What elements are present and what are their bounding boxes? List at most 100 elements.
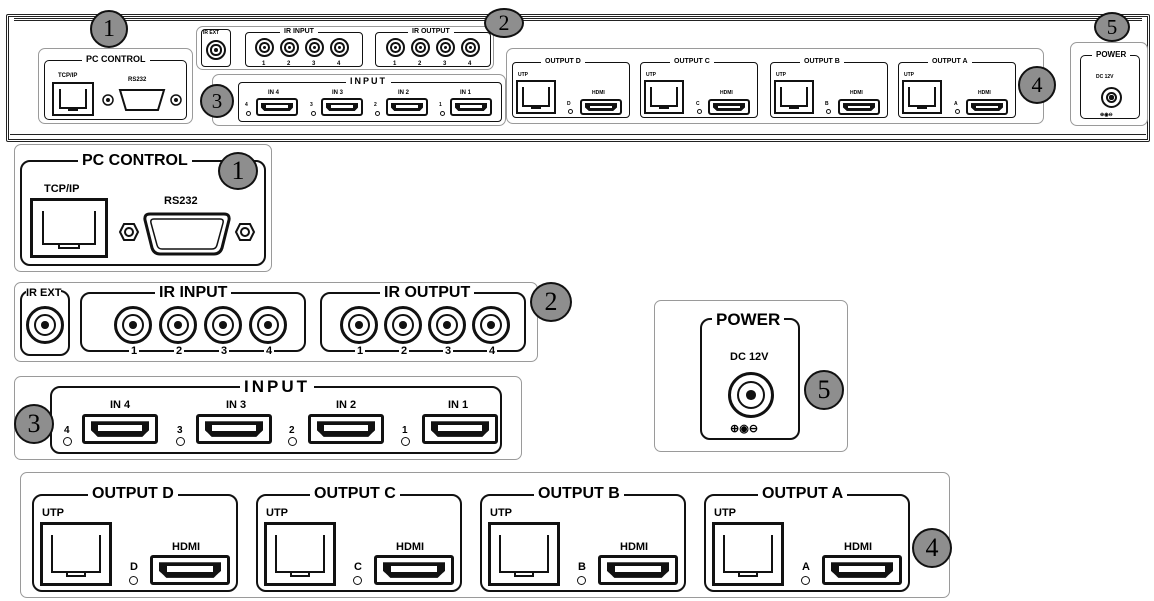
mini-output-a-utp-port[interactable] <box>902 80 942 114</box>
output-b-led-label: B <box>578 561 586 573</box>
output-a-utp-label: UTP <box>714 507 736 519</box>
ir-input-jack-2[interactable] <box>159 306 197 344</box>
output-d-utp-label: UTP <box>42 507 64 519</box>
output-b-hdmi-port[interactable] <box>598 555 678 585</box>
mini-output-a-hdmi-port[interactable] <box>966 99 1008 115</box>
callout-1: 1 <box>218 152 258 190</box>
callout-5: 5 <box>804 370 844 410</box>
mini-rs232-port[interactable] <box>100 86 184 114</box>
mini-ir-input-num-1: 1 <box>262 61 266 67</box>
callout-3: 3 <box>14 404 54 444</box>
in2-led <box>288 437 297 446</box>
mini-output-a-title: OUTPUT A <box>928 58 972 65</box>
in1-hdmi-port[interactable] <box>422 414 498 444</box>
ir-input-jack-3[interactable] <box>204 306 242 344</box>
in2-hdmi-port[interactable] <box>308 414 384 444</box>
ir-ext-label: IR EXT <box>26 287 62 299</box>
rs232-port[interactable] <box>114 208 260 260</box>
pc-control-title: PC CONTROL <box>78 153 192 169</box>
in4-hdmi-port[interactable] <box>82 414 158 444</box>
output-b-utp-port[interactable] <box>488 522 560 586</box>
rear-panel-bottom-rail <box>10 134 1146 137</box>
mini-output-b-title: OUTPUT B <box>800 58 844 65</box>
mini-ir-input-jack-4[interactable] <box>330 38 349 57</box>
mini-ir-output-title: IR OUTPUT <box>408 28 454 35</box>
output-d-led-label: D <box>130 561 138 573</box>
output-c-hdmi-port[interactable] <box>374 555 454 585</box>
ir-output-jack-2[interactable] <box>384 306 422 344</box>
output-a-title: OUTPUT A <box>758 486 848 502</box>
mini-output-b-utp-port[interactable] <box>774 80 814 114</box>
mini-ir-input-jack-3[interactable] <box>305 38 324 57</box>
output-c-led-label: C <box>354 561 362 573</box>
mini-ir-input-jack-2[interactable] <box>280 38 299 57</box>
mini-output-c-led <box>697 109 702 114</box>
mini-ir-output-jack-4[interactable] <box>461 38 480 57</box>
input-title: INPUT <box>240 378 314 395</box>
ir-input-num-3: 3 <box>219 345 230 357</box>
ir-output-jack-3[interactable] <box>428 306 466 344</box>
mini-output-d-utp-port[interactable] <box>516 80 556 114</box>
mini-output-a-hdmi-label: HDMI <box>978 90 991 96</box>
ir-output-num-2: 2 <box>399 345 410 357</box>
mini-ir-output-jack-2[interactable] <box>411 38 430 57</box>
mini-ir-input-title: IR INPUT <box>280 28 318 35</box>
tcp-ip-port[interactable] <box>30 198 108 258</box>
mini-power-polarity: ⊕◉⊖ <box>1100 112 1113 118</box>
output-a-led-label: A <box>802 561 810 573</box>
in4-label: IN 4 <box>110 399 131 411</box>
mini-in1-led <box>440 111 445 116</box>
output-c-utp-port[interactable] <box>264 522 336 586</box>
output-d-led <box>129 576 138 585</box>
ir-output-jack-4[interactable] <box>472 306 510 344</box>
output-d-utp-port[interactable] <box>40 522 112 586</box>
in3-hdmi-port[interactable] <box>196 414 272 444</box>
mini-in2-hdmi-port[interactable] <box>386 98 428 116</box>
output-d-title: OUTPUT D <box>88 486 178 502</box>
mini-rs232-label: RS232 <box>128 77 147 83</box>
mini-in1-label: IN 1 <box>460 90 472 96</box>
power-jack[interactable] <box>728 372 774 418</box>
output-d-hdmi-port[interactable] <box>150 555 230 585</box>
mini-ir-output-jack-1[interactable] <box>386 38 405 57</box>
mini-in1-hdmi-port[interactable] <box>450 98 492 116</box>
rear-panel-top-rail <box>14 18 1142 21</box>
in4-led <box>63 437 72 446</box>
mini-output-c-hdmi-port[interactable] <box>708 99 750 115</box>
mini-ir-output-num-4: 4 <box>468 61 472 67</box>
ir-input-jack-4[interactable] <box>249 306 287 344</box>
mini-tcp-ip-port[interactable] <box>52 82 94 116</box>
mini-ir-input-jack-1[interactable] <box>255 38 274 57</box>
mini-in4-hdmi-port[interactable] <box>256 98 298 116</box>
mini-output-d-utp-label: UTP <box>518 72 528 78</box>
mini-in1-led-label: 1 <box>439 102 442 108</box>
ir-ext-jack[interactable] <box>26 306 64 344</box>
in1-led-label: 1 <box>402 425 408 436</box>
output-a-hdmi-port[interactable] <box>822 555 902 585</box>
mini-output-b-hdmi-port[interactable] <box>838 99 880 115</box>
mini-ir-ext-jack[interactable] <box>206 40 226 60</box>
mini-ir-input-num-4: 4 <box>337 61 341 67</box>
callout-3-top: 3 <box>200 84 234 118</box>
mini-power-title: POWER <box>1092 51 1131 59</box>
output-d-hdmi-label: HDMI <box>172 541 201 553</box>
output-a-utp-port[interactable] <box>712 522 784 586</box>
output-b-hdmi-label: HDMI <box>620 541 649 553</box>
output-a-hdmi-label: HDMI <box>844 541 873 553</box>
mini-output-c-utp-label: UTP <box>646 72 656 78</box>
ir-input-num-1: 1 <box>129 345 140 357</box>
mini-ir-ext-label: IR EXT <box>203 30 220 36</box>
mini-in3-label: IN 3 <box>332 90 344 96</box>
ir-output-num-3: 3 <box>443 345 454 357</box>
callout-4: 4 <box>912 528 952 568</box>
ir-output-jack-1[interactable] <box>340 306 378 344</box>
mini-output-c-utp-port[interactable] <box>644 80 684 114</box>
mini-ir-output-num-2: 2 <box>418 61 422 67</box>
callout-4-top: 4 <box>1018 66 1056 104</box>
mini-power-jack[interactable] <box>1101 87 1122 108</box>
mini-in3-hdmi-port[interactable] <box>321 98 363 116</box>
mini-ir-output-jack-3[interactable] <box>436 38 455 57</box>
mini-output-d-hdmi-port[interactable] <box>580 99 622 115</box>
ir-input-jack-1[interactable] <box>114 306 152 344</box>
in1-led <box>401 437 410 446</box>
